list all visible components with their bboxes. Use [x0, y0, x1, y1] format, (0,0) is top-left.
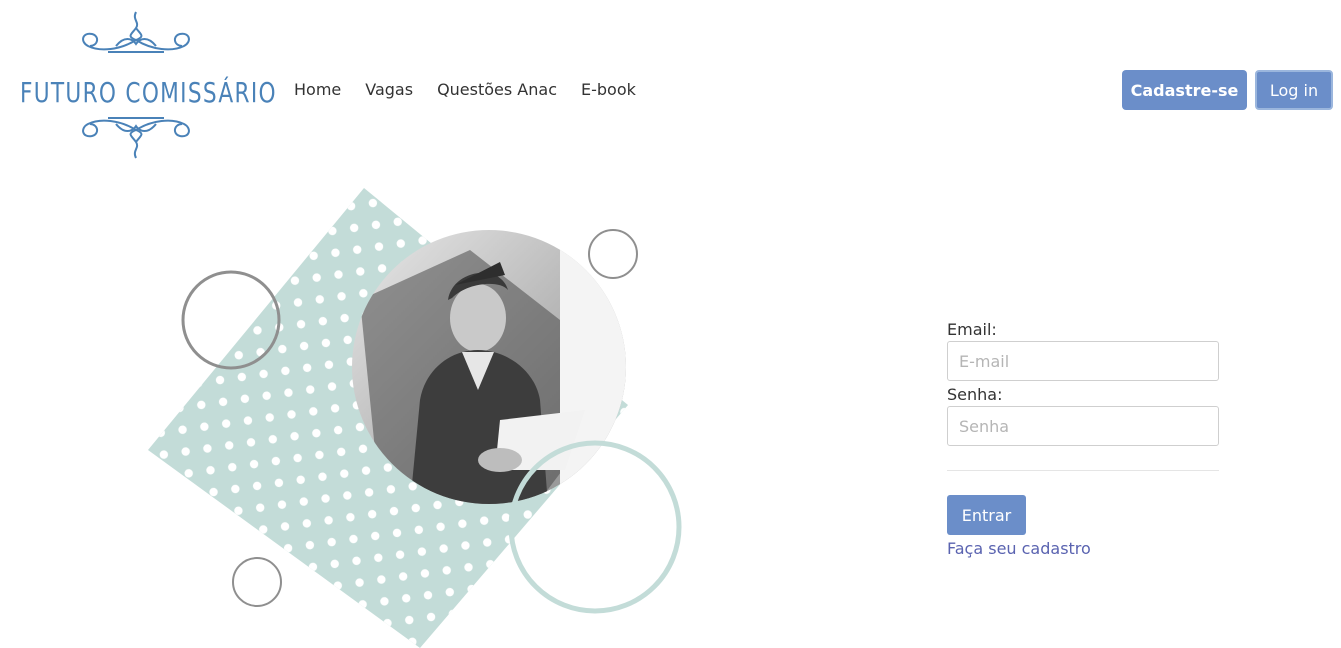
form-divider	[947, 470, 1219, 471]
circle-outline-grey-bottom	[232, 557, 282, 607]
password-field[interactable]	[947, 406, 1219, 446]
password-label: Senha:	[947, 385, 1003, 404]
login-button[interactable]: Log in	[1255, 70, 1333, 110]
email-field[interactable]	[947, 341, 1219, 381]
hero-illustration	[148, 188, 682, 648]
stewardess-photo	[352, 230, 626, 504]
signup-button[interactable]: Cadastre-se	[1122, 70, 1247, 110]
email-label: Email:	[947, 320, 997, 339]
login-form: Email: Senha: Entrar Faça seu cadastro	[947, 320, 1219, 558]
register-link[interactable]: Faça seu cadastro	[947, 539, 1219, 558]
submit-button[interactable]: Entrar	[947, 495, 1026, 535]
circle-outline-mint	[508, 440, 682, 614]
circle-outline-grey-small	[588, 229, 638, 279]
